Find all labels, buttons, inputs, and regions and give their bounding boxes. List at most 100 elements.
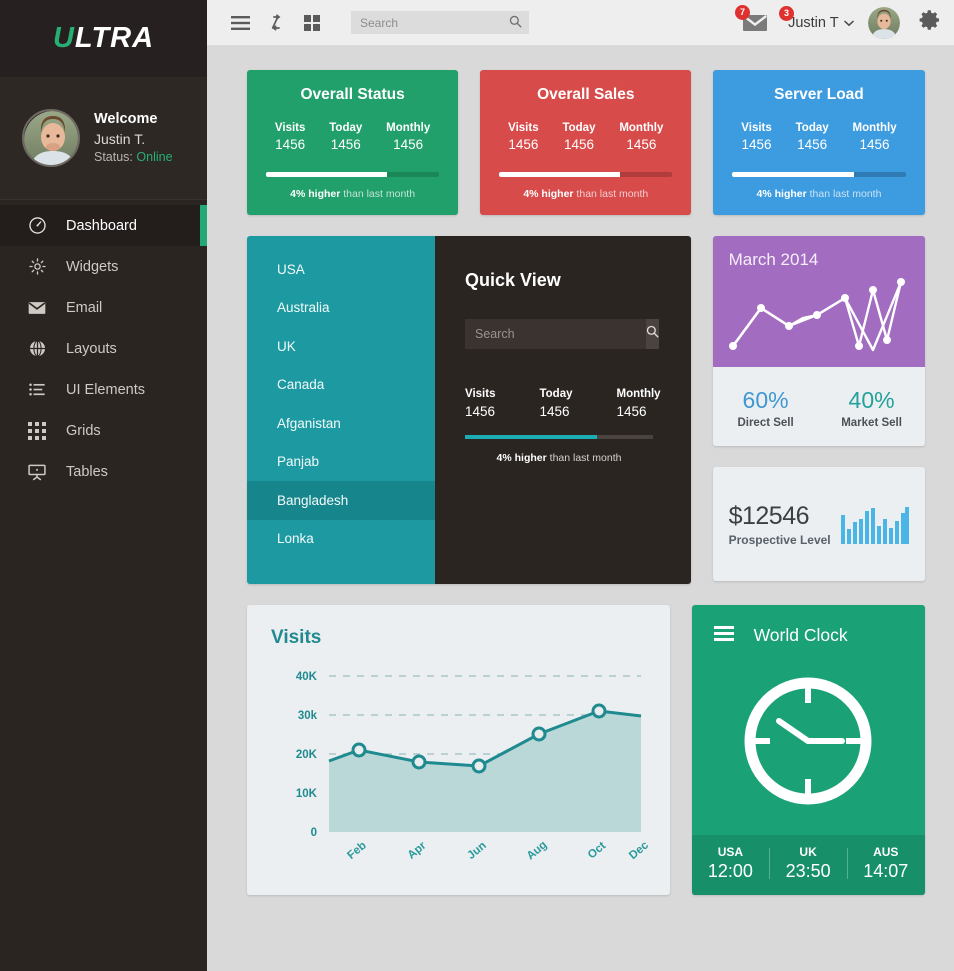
- card-title: Server Load: [774, 86, 864, 103]
- metric-today: Today 1456: [796, 121, 829, 154]
- clock-face: [692, 646, 925, 835]
- right-widgets-column: March 2014 60% Direct Sell 40% Market Se…: [712, 236, 925, 584]
- timezone-time: 23:50: [785, 861, 831, 881]
- metric-label: Today: [539, 388, 573, 400]
- profile-status-value: Online: [136, 149, 173, 164]
- metric-label: Monthly: [619, 122, 664, 134]
- ytick-label: 30k: [298, 710, 318, 722]
- gear-icon: [26, 256, 48, 278]
- money-amount: $12546: [728, 501, 810, 530]
- sidebar-item-email[interactable]: Email: [0, 287, 207, 328]
- metric-visits: Visits 1456: [741, 121, 771, 154]
- search-input[interactable]: [351, 11, 529, 34]
- mini-bar-chart: [840, 507, 909, 544]
- profile-status: Status: Online: [94, 149, 173, 166]
- sidebar-item-widgets[interactable]: Widgets: [0, 246, 207, 287]
- country-label: Bangladesh: [277, 492, 349, 508]
- metric-value: 1456: [465, 403, 496, 419]
- metric-label: Visits: [465, 388, 496, 400]
- hamburger-icon[interactable]: [713, 625, 734, 646]
- timezone-city: USA: [717, 845, 744, 859]
- sidebar-item-label: UI Elements: [66, 381, 145, 398]
- list-item[interactable]: Panjab: [247, 443, 435, 482]
- progress-fill: [732, 171, 854, 177]
- progress-bar: [266, 171, 440, 177]
- profile-block: Welcome Justin T. Status: Online: [0, 77, 207, 200]
- user-menu[interactable]: 3 Justin T: [779, 5, 854, 32]
- hamburger-icon[interactable]: [225, 10, 255, 36]
- metrics: Visits 1456 Today 1456 Monthly 1456: [263, 121, 442, 154]
- world-clock-footer: USA 12:00 UK 23:50 AUS 14:07: [691, 835, 925, 895]
- ytick-label: 10K: [296, 788, 318, 800]
- list-item[interactable]: Afganistan: [247, 404, 435, 443]
- search-button[interactable]: [646, 319, 659, 349]
- logo-rest-letters: LTRA: [74, 22, 155, 54]
- money-label: Prospective Level: [728, 532, 831, 547]
- visits-chart-card: Visits 40K 30k 20K 10K 0 Feb Apr Jun Aug…: [247, 605, 670, 895]
- timezone-usa: USA 12:00: [692, 845, 770, 882]
- list-item[interactable]: USA: [247, 250, 435, 289]
- list-item[interactable]: UK: [247, 327, 435, 366]
- sync-icon[interactable]: [261, 10, 291, 36]
- search-icon: [646, 325, 659, 343]
- list-item-selected[interactable]: Bangladesh: [247, 481, 435, 520]
- timezone-aus: AUS 14:07: [846, 845, 925, 882]
- active-indicator: [200, 205, 207, 246]
- main-area: 7 3 Justin T: [207, 0, 954, 971]
- metric-today: Today 1456: [539, 387, 572, 421]
- market-sell-stat: 40% Market Sell: [819, 387, 925, 429]
- search-input[interactable]: [465, 319, 646, 349]
- countries-quickview-panel: USA Australia UK Canada Afganistan Panja…: [247, 236, 691, 584]
- country-label: Lonka: [277, 531, 314, 547]
- progress-bar: [732, 171, 906, 177]
- sidebar-item-dashboard[interactable]: Dashboard: [0, 205, 207, 246]
- sidebar-item-label: Email: [66, 299, 103, 316]
- grid-apps-icon[interactable]: [297, 10, 327, 36]
- sidebar-item-label: Layouts: [66, 340, 117, 357]
- metric-value: 1456: [539, 403, 570, 419]
- country-label: Australia: [277, 300, 330, 316]
- world-clock-card: World Clock USA 12:00 UK 23:50 AUS 14:07: [691, 605, 925, 895]
- list-item[interactable]: Lonka: [247, 520, 435, 559]
- card-note: 4% higher than last month: [263, 188, 442, 200]
- metric-value: 1456: [616, 403, 647, 419]
- list-item[interactable]: Australia: [247, 289, 435, 328]
- metric-label: Today: [329, 122, 363, 134]
- settings-gear-icon[interactable]: [918, 8, 942, 37]
- note-rest: than last month: [546, 451, 622, 464]
- mail-button[interactable]: 7: [735, 4, 768, 33]
- user-badge: 3: [779, 5, 795, 21]
- progress-fill: [465, 434, 597, 439]
- progress-fill: [499, 171, 621, 177]
- ytick-label: 40K: [296, 671, 318, 683]
- sidebar-item-label: Tables: [66, 463, 108, 480]
- metric-monthly: Monthly 1456: [853, 121, 897, 154]
- metric-visits: Visits 1456: [465, 387, 495, 421]
- metric-value: 1456: [741, 137, 772, 153]
- sidebar-item-grids[interactable]: Grids: [0, 410, 207, 451]
- metric-label: Monthly: [386, 122, 431, 134]
- metric-label: Visits: [741, 122, 772, 134]
- globe-icon: [26, 338, 48, 360]
- search-icon: [509, 15, 522, 33]
- metric-label: Visits: [508, 122, 539, 134]
- sidebar: ULTRA Welcome Justin T. Status: Online D…: [0, 0, 207, 971]
- metric-value: 1456: [330, 137, 361, 153]
- metric-label: Monthly: [852, 122, 897, 134]
- list-item[interactable]: Canada: [247, 366, 435, 405]
- month-card: March 2014 60% Direct Sell 40% Market Se…: [712, 236, 925, 446]
- world-clock-header: World Clock: [692, 605, 925, 646]
- month-title: March 2014: [728, 250, 819, 269]
- sidebar-item-layouts[interactable]: Layouts: [0, 328, 207, 369]
- metrics: Visits 1456 Today 1456 Monthly 1456: [496, 121, 675, 154]
- xtick-label: Feb: [345, 840, 368, 862]
- envelope-icon: [26, 297, 48, 319]
- metric-label: Today: [562, 122, 596, 134]
- xtick-label: Oct: [586, 840, 609, 862]
- sidebar-item-tables[interactable]: Tables: [0, 451, 207, 492]
- sidebar-item-ui-elements[interactable]: UI Elements: [0, 369, 207, 410]
- avatar[interactable]: [867, 6, 900, 39]
- app-logo[interactable]: ULTRA: [0, 0, 207, 77]
- metric-value: 1456: [563, 137, 594, 153]
- direct-sell-stat: 60% Direct Sell: [713, 387, 819, 429]
